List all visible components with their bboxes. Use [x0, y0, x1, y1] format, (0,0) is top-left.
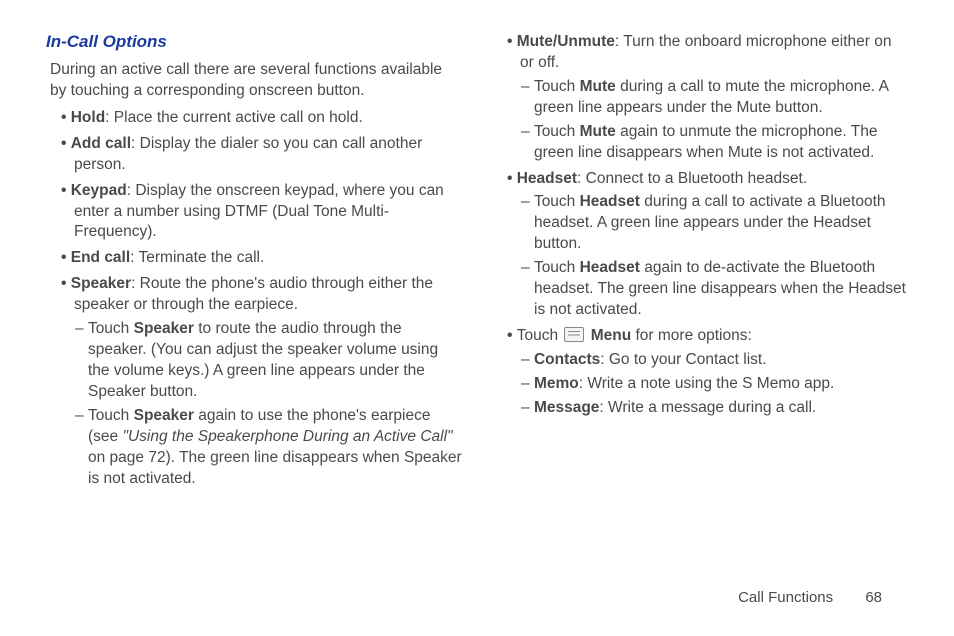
label-speaker-sub1: Speaker [134, 320, 194, 337]
sub-headset-1: Touch Headset during a call to activate … [492, 192, 908, 255]
right-column: Mute/Unmute: Turn the onboard microphone… [492, 32, 908, 490]
sub-contacts: Contacts: Go to your Contact list. [492, 350, 908, 371]
text-keypad: : Display the onscreen keypad, where you… [74, 182, 444, 241]
sub-speaker-1: Touch Speaker to route the audio through… [46, 319, 462, 403]
text-headset: : Connect to a Bluetooth headset. [577, 170, 807, 187]
bullet-mute: Mute/Unmute: Turn the onboard microphone… [492, 32, 908, 74]
text-memo: : Write a note using the S Memo app. [579, 375, 835, 392]
sub-headset-2: Touch Headset again to de-activate the B… [492, 258, 908, 321]
label-menu: Menu [591, 327, 631, 344]
label-endcall: End call [71, 249, 130, 266]
label-mute-sub2: Mute [580, 123, 616, 140]
section-title: In-Call Options [46, 32, 462, 52]
bullet-endcall: End call: Terminate the call. [46, 248, 462, 269]
bullet-headset: Headset: Connect to a Bluetooth headset. [492, 169, 908, 190]
page-number: 68 [865, 589, 882, 606]
label-headset-sub1: Headset [580, 193, 640, 210]
footer-section: Call Functions [738, 589, 833, 606]
text-part: on page 72). The green line disappears w… [88, 449, 462, 487]
text-part: Touch [534, 193, 580, 210]
label-message: Message [534, 399, 599, 416]
sub-mute-1: Touch Mute during a call to mute the mic… [492, 77, 908, 119]
text-part: for more options: [631, 327, 752, 344]
sub-mute-2: Touch Mute again to unmute the microphon… [492, 122, 908, 164]
left-column: In-Call Options During an active call th… [46, 32, 462, 490]
label-addcall: Add call [71, 135, 131, 152]
text-part: Touch [534, 123, 580, 140]
label-headset-sub2: Headset [580, 259, 640, 276]
sub-message: Message: Write a message during a call. [492, 398, 908, 419]
label-memo: Memo [534, 375, 579, 392]
text-message: : Write a message during a call. [599, 399, 816, 416]
text-part: Touch [534, 78, 580, 95]
label-speaker: Speaker [71, 275, 131, 292]
menu-icon [564, 327, 584, 342]
bullet-menu: Touch Menu for more options: [492, 326, 908, 347]
label-mute: Mute/Unmute [517, 33, 615, 50]
text-hold: : Place the current active call on hold. [105, 109, 363, 126]
bullet-speaker: Speaker: Route the phone's audio through… [46, 274, 462, 316]
cross-ref: "Using the Speakerphone During an Active… [122, 428, 452, 445]
label-keypad: Keypad [71, 182, 127, 199]
text-part: Touch [88, 407, 134, 424]
sub-memo: Memo: Write a note using the S Memo app. [492, 374, 908, 395]
intro-text: During an active call there are several … [50, 60, 462, 102]
text-part: Touch [517, 327, 563, 344]
page-footer: Call Functions 68 [738, 589, 882, 606]
text-contacts: : Go to your Contact list. [600, 351, 766, 368]
label-hold: Hold [71, 109, 105, 126]
text-endcall: : Terminate the call. [130, 249, 264, 266]
label-mute-sub1: Mute [580, 78, 616, 95]
label-speaker-sub2: Speaker [134, 407, 194, 424]
text-part: Touch [534, 259, 580, 276]
label-headset: Headset [517, 170, 577, 187]
bullet-keypad: Keypad: Display the onscreen keypad, whe… [46, 181, 462, 244]
bullet-hold: Hold: Place the current active call on h… [46, 108, 462, 129]
sub-speaker-2: Touch Speaker again to use the phone's e… [46, 406, 462, 490]
text-part: Touch [88, 320, 134, 337]
label-contacts: Contacts [534, 351, 600, 368]
bullet-addcall: Add call: Display the dialer so you can … [46, 134, 462, 176]
